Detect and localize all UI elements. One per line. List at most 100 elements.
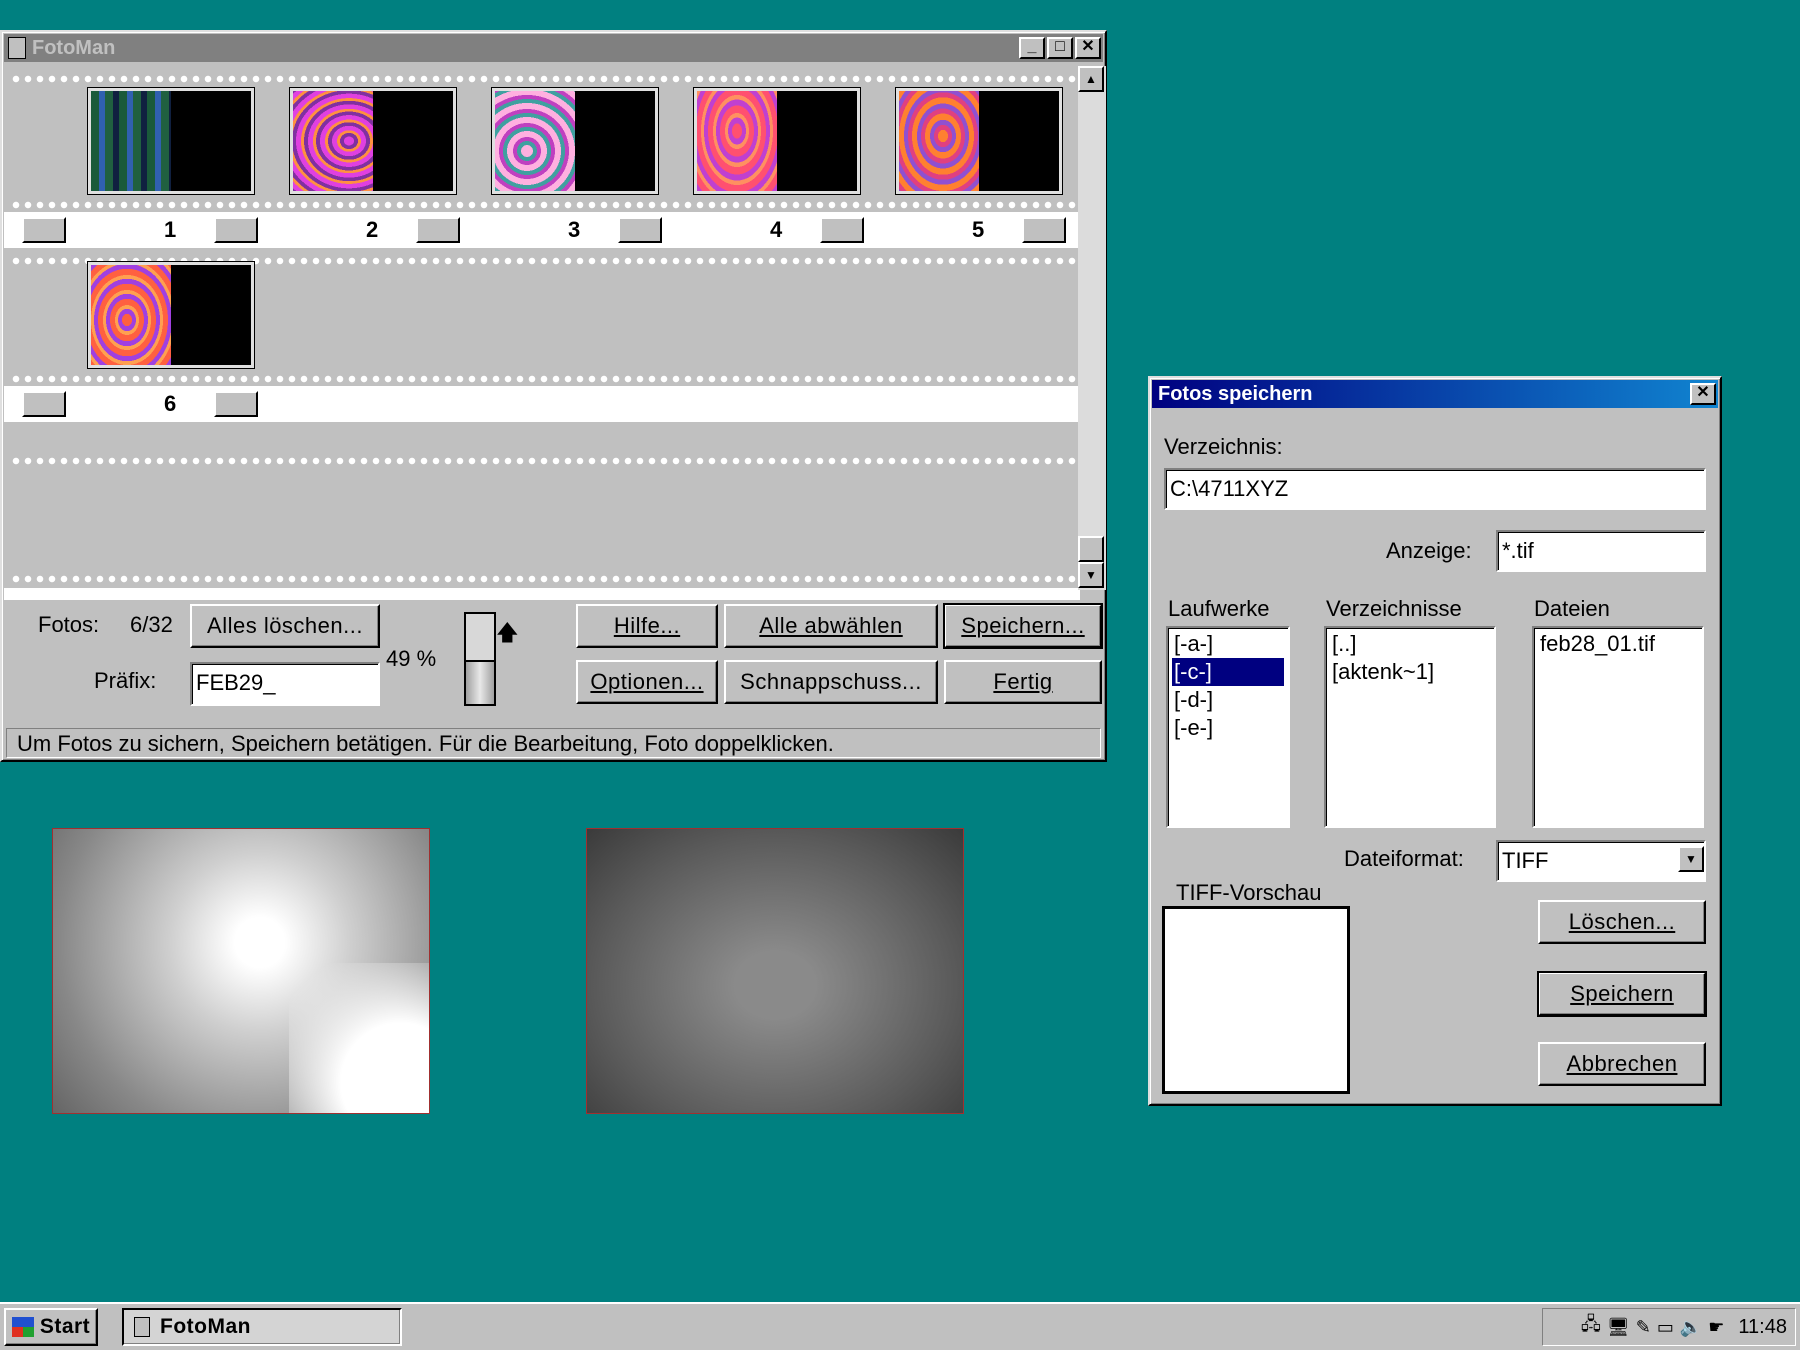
start-button[interactable]: Start (4, 1308, 98, 1346)
deselect-all-button[interactable]: Alle abwählen (724, 604, 938, 648)
directories-label: Verzeichnisse (1326, 596, 1462, 621)
directories-list[interactable]: [..] [aktenk~1] (1324, 626, 1496, 828)
frame-number: 2 (366, 217, 379, 242)
frame-number: 1 (164, 217, 177, 242)
status-bar: Um Fotos zu sichern, Speichern betätigen… (6, 728, 1101, 758)
frame-number-row-2: 6 (4, 386, 1078, 422)
prefix-label: Präfix: (94, 668, 157, 693)
drive-item[interactable]: [-d-] (1172, 686, 1284, 714)
directory-item[interactable]: [..] (1330, 630, 1490, 658)
photo-thumbnail (495, 91, 575, 191)
perforation (10, 74, 1080, 84)
directory-input[interactable]: C:\4711XYZ (1164, 468, 1706, 510)
dialog-titlebar[interactable]: Fotos speichern ✕ (1152, 380, 1718, 408)
scroll-thumb[interactable] (1078, 536, 1104, 562)
files-list[interactable]: feb28_01.tif (1532, 626, 1704, 828)
photo-preview-1[interactable] (52, 828, 430, 1114)
dialog-save-button[interactable]: Speichern (1537, 971, 1707, 1017)
photo-frame-6[interactable] (88, 262, 254, 368)
dropdown-arrow-icon[interactable]: ▼ (1678, 846, 1704, 872)
help-button[interactable]: Hilfe... (576, 604, 718, 648)
filter-label: Anzeige: (1386, 538, 1472, 563)
windows-logo-icon (11, 1317, 34, 1337)
taskbar: Start FotoMan 🖧 🖥 ✎ ▭ 🔈 ☛ 11:48 (0, 1302, 1800, 1350)
status-text: Um Fotos zu sichern, Speichern betätigen… (17, 731, 834, 756)
battery-fill (466, 659, 494, 704)
photo-preview-2[interactable] (586, 828, 964, 1114)
prefix-input[interactable]: FEB29_ (190, 662, 380, 706)
tray-icon-volume[interactable]: 🔈 (1680, 1317, 1702, 1338)
minimize-button[interactable]: _ (1019, 37, 1045, 59)
drives-list[interactable]: [-a-] [-c-] [-d-] [-e-] (1166, 626, 1290, 828)
snapshot-button[interactable]: Schnappschuss... (724, 660, 938, 704)
close-button[interactable]: ✕ (1075, 37, 1101, 59)
clock[interactable]: 11:48 (1738, 1316, 1787, 1339)
frame-select-button[interactable] (214, 217, 258, 243)
done-button[interactable]: Fertig (944, 660, 1102, 704)
format-select[interactable]: TIFF ▼ (1496, 840, 1706, 882)
frame-number-row-1: 1 2 3 4 5 (4, 212, 1078, 248)
tray-icon-battery[interactable]: ▭ (1657, 1317, 1674, 1338)
dialog-title: Fotos speichern (1158, 382, 1313, 405)
photos-label: Fotos: (38, 612, 100, 637)
options-button[interactable]: Optionen... (576, 660, 718, 704)
directory-item[interactable]: [aktenk~1] (1330, 658, 1490, 686)
vertical-scrollbar[interactable]: ▲ ▼ (1078, 66, 1106, 590)
directory-label: Verzeichnis: (1164, 434, 1283, 459)
filter-input[interactable]: *.tif (1496, 530, 1706, 572)
photo-thumbnail (293, 91, 373, 191)
frame-select-button[interactable] (618, 217, 662, 243)
preview-label: TIFF-Vorschau (1176, 880, 1322, 905)
photo-frame-1[interactable] (88, 88, 254, 194)
app-icon (8, 37, 26, 59)
drive-item[interactable]: [-a-] (1172, 630, 1284, 658)
tiff-preview-box (1162, 906, 1350, 1094)
frame-select-button[interactable] (820, 217, 864, 243)
frame-select-button[interactable] (214, 391, 258, 417)
cancel-button[interactable]: Abbrechen (1538, 1042, 1706, 1086)
clear-all-button[interactable]: Alles löschen... (190, 604, 380, 648)
frame-number: 5 (972, 217, 985, 242)
scroll-down-arrow-icon[interactable]: ▼ (1078, 562, 1104, 588)
maximize-button[interactable]: □ (1047, 37, 1073, 59)
photo-thumbnail (697, 91, 777, 191)
frame-number: 4 (770, 217, 783, 242)
fotoman-titlebar[interactable]: FotoMan _ □ ✕ (4, 34, 1103, 62)
tray-icon-network[interactable]: 🖧 (1581, 1312, 1601, 1342)
photo-thumbnail (899, 91, 979, 191)
photo-frame-2[interactable] (290, 88, 456, 194)
app-icon (134, 1317, 150, 1337)
perforation (10, 456, 1080, 466)
perforation (10, 200, 1080, 210)
file-item[interactable]: feb28_01.tif (1538, 630, 1698, 658)
drive-item-selected[interactable]: [-c-] (1172, 658, 1284, 686)
frame-select-button[interactable] (416, 217, 460, 243)
photo-frame-3[interactable] (492, 88, 658, 194)
save-button[interactable]: Speichern... (943, 603, 1103, 649)
taskbar-fotoman-button[interactable]: FotoMan (122, 1308, 402, 1346)
frame-select-button[interactable] (1022, 217, 1066, 243)
system-tray: 🖧 🖥 ✎ ▭ 🔈 ☛ 11:48 (1542, 1308, 1796, 1346)
delete-button[interactable]: Löschen... (1538, 900, 1706, 944)
scroll-up-arrow-icon[interactable]: ▲ (1078, 66, 1104, 92)
frame-select-button[interactable] (22, 391, 66, 417)
drive-item[interactable]: [-e-] (1172, 714, 1284, 742)
battery-percent: 49 % (386, 646, 437, 671)
tray-icon-monitor[interactable]: 🖥 (1607, 1317, 1630, 1338)
photo-thumbnail (91, 91, 171, 191)
photo-thumbnail (91, 265, 171, 365)
dialog-close-button[interactable]: ✕ (1690, 383, 1716, 405)
tray-icon-pen[interactable]: ✎ (1636, 1317, 1651, 1338)
photo-frame-5[interactable] (896, 88, 1062, 194)
fotoman-window: FotoMan _ □ ✕ 1 2 3 4 5 6 ▲ ▼ Fotos: 6/3… (0, 30, 1107, 762)
arrow-up-icon: 🡅 (496, 620, 519, 645)
perforation (10, 574, 1080, 584)
window-title: FotoMan (32, 36, 116, 59)
drives-label: Laufwerke (1168, 596, 1270, 621)
film-area: 1 2 3 4 5 6 (4, 66, 1080, 600)
photos-count: 6/32 (130, 612, 173, 637)
tray-icon-pointer[interactable]: ☛ (1708, 1317, 1724, 1338)
frame-select-button[interactable] (22, 217, 66, 243)
frame-number: 3 (568, 217, 581, 242)
photo-frame-4[interactable] (694, 88, 860, 194)
